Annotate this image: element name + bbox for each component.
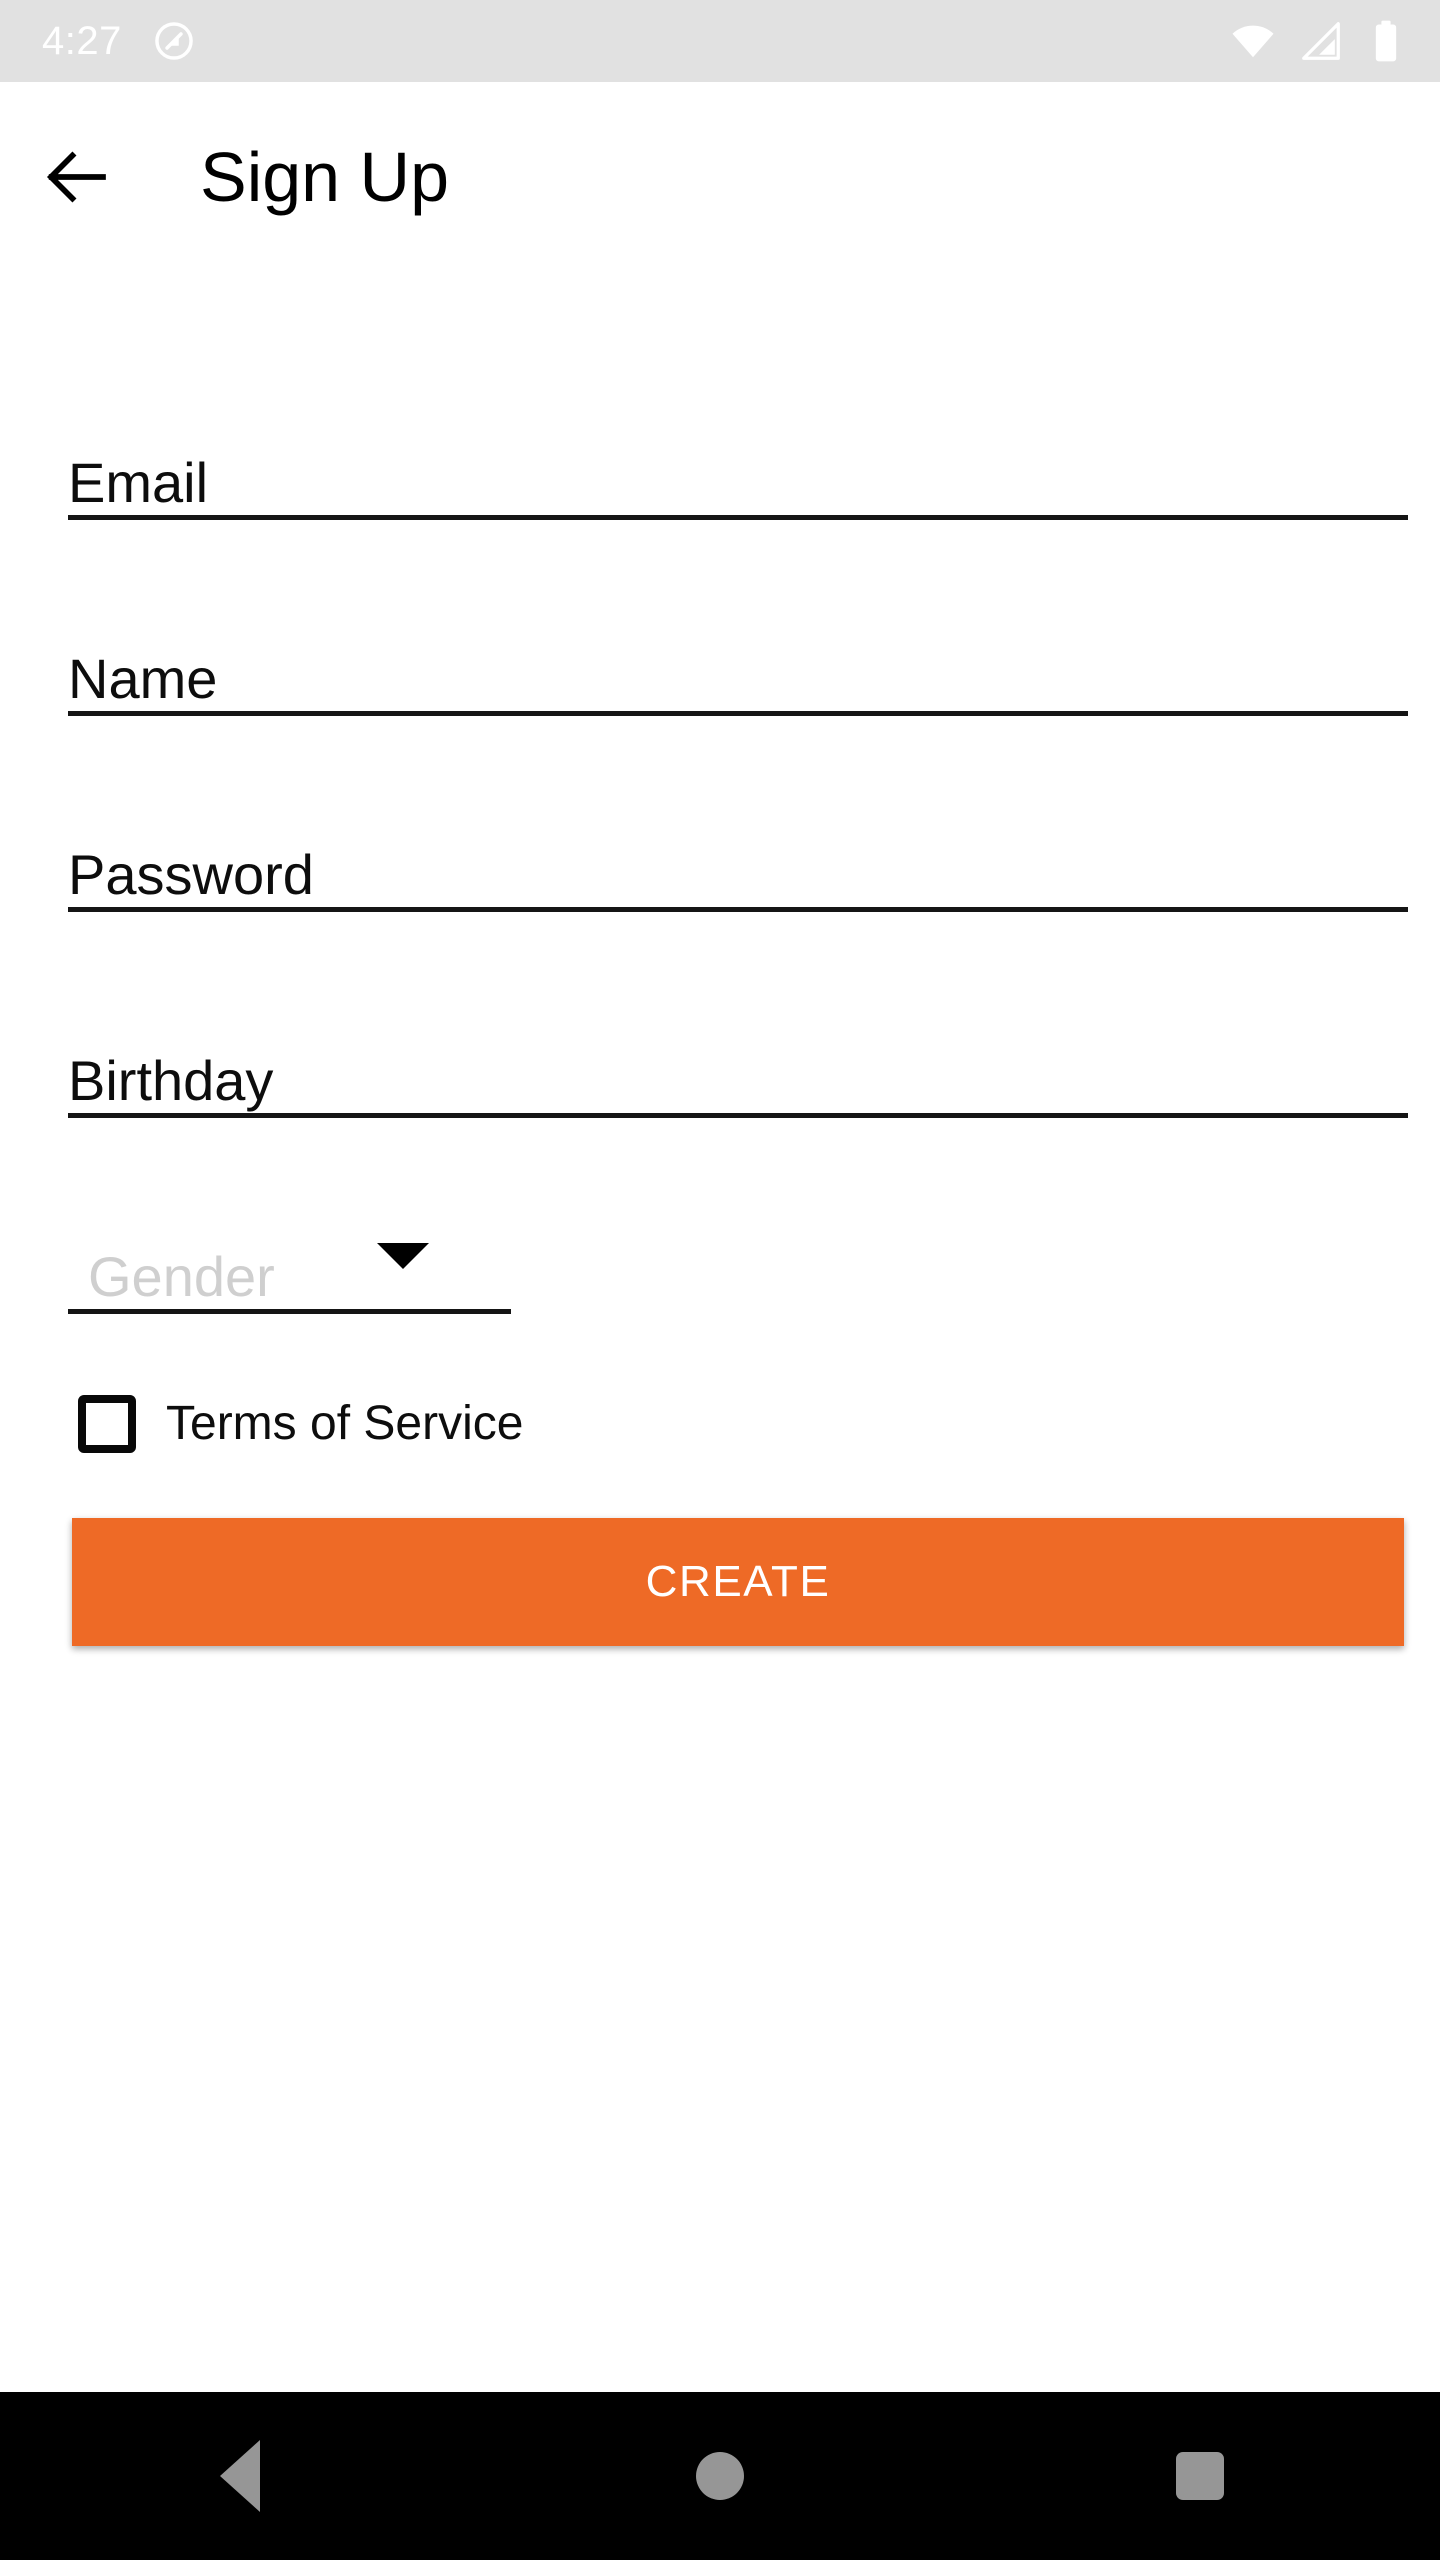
birthday-field-value: Birthday	[68, 1049, 274, 1113]
status-bar-clock: 4:27	[42, 19, 122, 63]
nav-home-button[interactable]	[480, 2392, 960, 2560]
back-button[interactable]	[22, 122, 132, 232]
app-bar: Sign Up	[0, 82, 1440, 272]
email-field-value: Email	[68, 451, 209, 515]
create-button-label: CREATE	[645, 1557, 831, 1606]
battery-full-icon	[1366, 18, 1406, 64]
name-field[interactable]: Name	[68, 632, 1408, 716]
circle-home-icon	[695, 2452, 744, 2500]
nav-back-button[interactable]	[0, 2392, 480, 2560]
wifi-icon	[1230, 18, 1276, 64]
status-bar: 4:27	[0, 0, 1440, 82]
birthday-field[interactable]: Birthday	[68, 1034, 1408, 1118]
name-field-value: Name	[68, 647, 218, 711]
android-navigation-bar	[0, 2392, 1440, 2560]
page-title: Sign Up	[200, 138, 450, 216]
triangle-back-icon	[219, 2440, 260, 2512]
terms-checkbox[interactable]	[78, 1395, 136, 1453]
chevron-down-icon	[377, 1243, 429, 1287]
square-recents-icon	[1175, 2452, 1224, 2500]
nav-recents-button[interactable]	[960, 2392, 1440, 2560]
create-button[interactable]: CREATE	[72, 1518, 1404, 1646]
terms-of-service-row[interactable]: Terms of Service	[78, 1395, 523, 1453]
password-field-value: Password	[68, 843, 314, 907]
do-not-disturb-icon	[152, 19, 196, 63]
cellular-signal-icon	[1298, 18, 1344, 64]
email-field[interactable]: Email	[68, 436, 1408, 520]
status-bar-left: 4:27	[42, 19, 196, 63]
gender-dropdown[interactable]: Gender	[68, 1230, 511, 1314]
arrow-left-icon	[38, 138, 116, 216]
password-field[interactable]: Password	[68, 828, 1408, 912]
terms-label: Terms of Service	[166, 1397, 524, 1450]
gender-dropdown-placeholder: Gender	[88, 1245, 275, 1309]
status-bar-right	[1230, 18, 1406, 64]
